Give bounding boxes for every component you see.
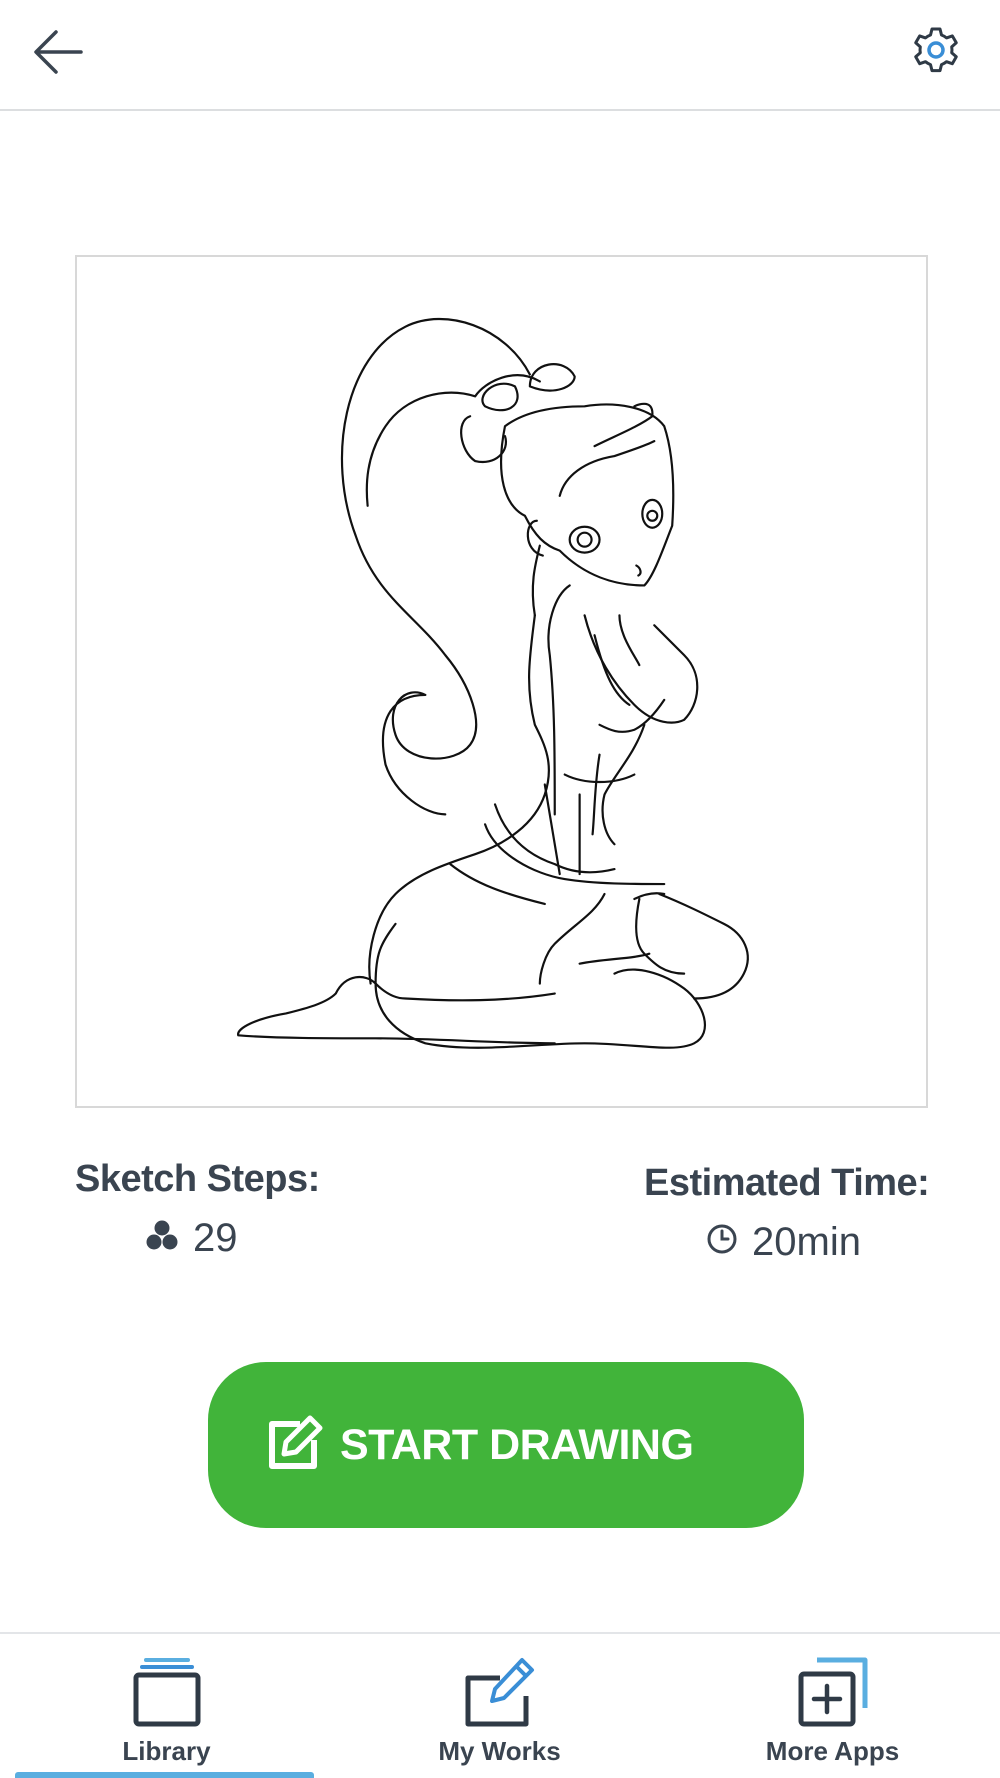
start-drawing-button[interactable]: START DRAWING — [208, 1362, 804, 1528]
nav-item-more-apps[interactable]: More Apps — [666, 1634, 999, 1778]
bottom-nav: Library My Works More Apps — [0, 1632, 1000, 1778]
estimated-time-number: 20min — [752, 1220, 861, 1264]
edit-icon — [266, 1414, 326, 1477]
start-drawing-label: START DRAWING — [340, 1420, 694, 1469]
layers-dots-icon — [145, 1216, 179, 1261]
top-bar — [0, 0, 1000, 111]
sketch-steps-number: 29 — [193, 1216, 238, 1260]
sketch-preview — [75, 255, 928, 1108]
active-tab-indicator — [15, 1772, 314, 1778]
sketch-steps-value: 29 — [145, 1216, 238, 1261]
gear-icon — [912, 26, 960, 79]
back-button[interactable] — [28, 26, 88, 82]
nav-item-my-works[interactable]: My Works — [333, 1634, 666, 1778]
settings-button[interactable] — [906, 24, 966, 80]
estimated-time-label: Estimated Time: — [644, 1162, 930, 1204]
library-icon — [132, 1652, 202, 1728]
arrow-left-icon — [33, 29, 83, 80]
sketch-steps-label: Sketch Steps: — [75, 1158, 320, 1200]
nav-label-library: Library — [122, 1736, 211, 1766]
more-apps-icon — [797, 1652, 869, 1728]
nav-label-more-apps: More Apps — [765, 1736, 900, 1766]
sketch-illustration — [237, 318, 749, 1049]
clock-icon — [706, 1220, 738, 1265]
estimated-time-value: 20min — [706, 1220, 861, 1265]
my-works-icon — [462, 1652, 538, 1728]
nav-item-library[interactable]: Library — [0, 1634, 333, 1778]
nav-label-my-works: My Works — [438, 1736, 561, 1766]
